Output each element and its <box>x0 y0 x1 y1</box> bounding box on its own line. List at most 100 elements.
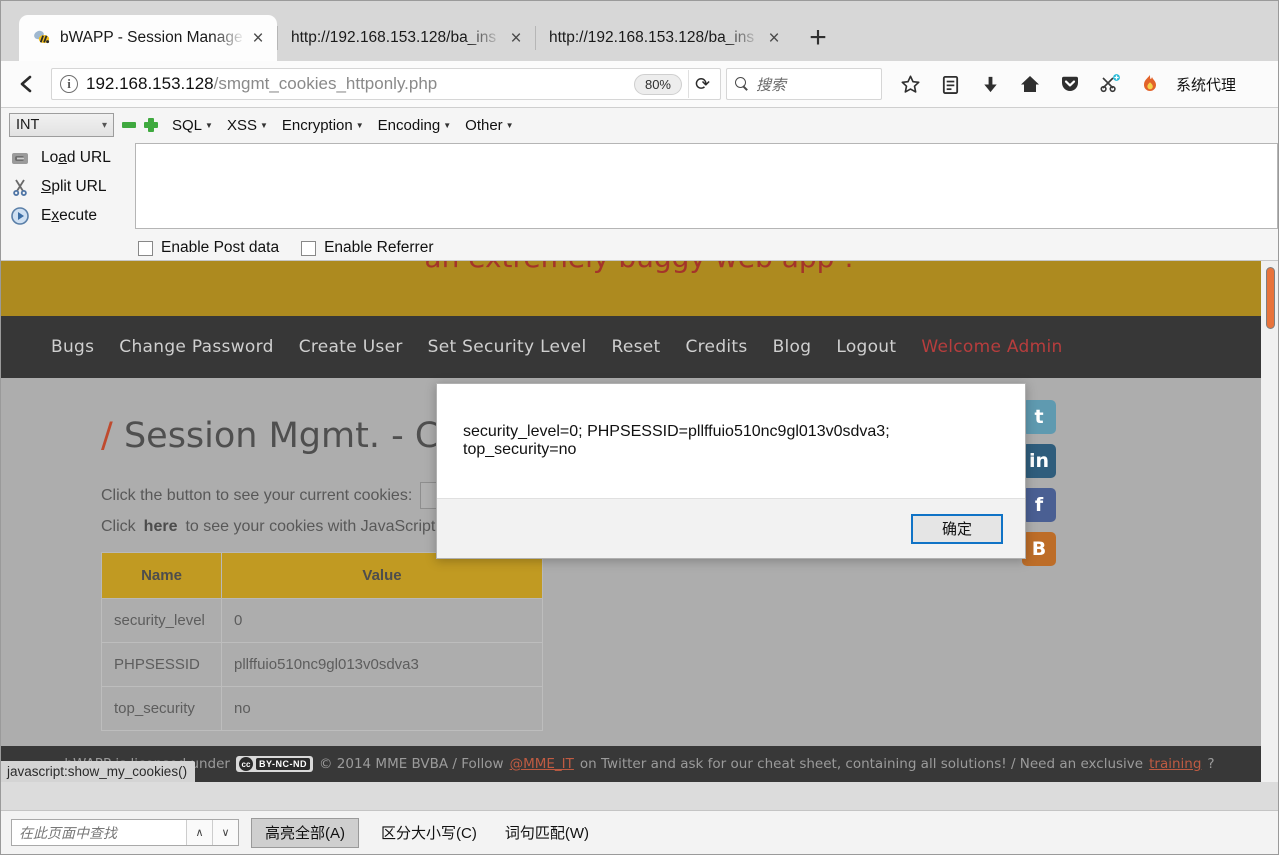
match-case-option[interactable]: 区分大小写(C) <box>375 822 483 843</box>
nav-item-create-user[interactable]: Create User <box>299 337 428 357</box>
load-url-icon <box>9 147 31 169</box>
url-bar[interactable]: i 192.168.153.128/smgmt_cookies_httponly… <box>51 68 721 100</box>
javascript-alert-dialog: security_level=0; PHPSESSID=pllffuio510n… <box>436 383 1026 559</box>
js-line-before: Click <box>101 518 136 535</box>
site-tagline: an extremely buggy web app ! <box>1 261 1278 274</box>
tab-title: http://192.168.153.128/ba_ins <box>291 29 497 46</box>
blogger-icon[interactable]: B <box>1022 532 1056 566</box>
proxy-status-label[interactable]: 系统代理 <box>1170 74 1242 95</box>
whole-words-option[interactable]: 词句匹配(W) <box>499 822 595 843</box>
hackbar-type-value: INT <box>16 117 40 133</box>
download-icon[interactable] <box>970 67 1010 101</box>
split-url-button[interactable]: Split URL <box>1 172 135 201</box>
hackbar-url-textarea[interactable] <box>135 143 1278 229</box>
toolbar-icon-group: 系统代理 <box>890 67 1242 101</box>
scrollbar-thumb[interactable] <box>1266 267 1275 329</box>
minus-icon[interactable] <box>122 118 136 132</box>
browser-tab-3[interactable]: http://192.168.153.128/ba_ins × <box>535 15 793 61</box>
execute-button[interactable]: Execute <box>1 201 135 230</box>
find-next-icon[interactable]: ∨ <box>212 820 238 845</box>
here-link[interactable]: here <box>144 518 178 536</box>
linkedin-icon[interactable]: in <box>1022 444 1056 478</box>
hackbar-menu-label: SQL <box>172 116 203 134</box>
url-text: 192.168.153.128/smgmt_cookies_httponly.p… <box>86 74 634 94</box>
chevron-down-icon: ▼ <box>443 120 452 130</box>
hackbar-type-select[interactable]: INT ▾ <box>9 113 114 137</box>
page-scrollbar[interactable] <box>1261 261 1278 782</box>
welcome-label: Welcome Admin <box>921 337 1063 357</box>
footer-twitter-link[interactable]: @MME_IT <box>510 756 574 772</box>
split-url-label: Split URL <box>41 177 107 195</box>
home-icon[interactable] <box>1010 67 1050 101</box>
facebook-icon[interactable]: f <box>1022 488 1056 522</box>
new-tab-button[interactable]: + <box>797 17 839 59</box>
find-previous-icon[interactable]: ∧ <box>186 820 212 845</box>
enable-referrer-label: Enable Referrer <box>324 239 434 256</box>
chevron-down-icon: ▼ <box>505 120 514 130</box>
cell-name: PHPSESSID <box>101 642 222 687</box>
cc-terms-label: BY-NC-ND <box>255 758 310 770</box>
highlight-all-button[interactable]: 高亮全部(A) <box>251 817 359 848</box>
library-icon[interactable] <box>930 67 970 101</box>
star-icon[interactable] <box>890 67 930 101</box>
pocket-icon[interactable] <box>1050 67 1090 101</box>
back-icon[interactable] <box>9 66 45 102</box>
plus-icon[interactable] <box>144 118 158 132</box>
zoom-level-badge[interactable]: 80% <box>633 73 682 95</box>
nav-item-change-password[interactable]: Change Password <box>119 337 298 357</box>
reload-icon[interactable]: ⟳ <box>688 70 716 98</box>
hackbar-options: Enable Post data Enable Referrer <box>1 230 1278 257</box>
nav-item-set-security-level[interactable]: Set Security Level <box>428 337 612 357</box>
browser-tab-1[interactable]: bWAPP - Session Manage × <box>19 15 277 61</box>
cookies-table: Name Value security_level 0 PHPSESSID pl… <box>101 552 543 731</box>
execute-icon <box>9 205 31 227</box>
enable-post-data-checkbox[interactable]: Enable Post data <box>138 239 279 257</box>
enable-referrer-checkbox[interactable]: Enable Referrer <box>301 239 433 257</box>
nav-item-bugs[interactable]: Bugs <box>51 337 119 357</box>
close-icon[interactable]: × <box>761 25 787 51</box>
hackbar-icon[interactable] <box>1090 67 1130 101</box>
checkbox-box[interactable] <box>301 240 317 256</box>
chevron-down-icon: ▼ <box>205 120 213 130</box>
hackbar-menu-encoding[interactable]: Encoding ▼ <box>378 117 451 134</box>
column-header-name: Name <box>101 552 222 599</box>
hackbar-menu-xss[interactable]: XSS ▼ <box>227 117 268 134</box>
tab-title: bWAPP - Session Manage <box>60 29 243 46</box>
js-line-after: to see your cookies with JavaScript. <box>185 518 440 535</box>
hackbar-body: Load URL Split URL Execute <box>1 139 1278 230</box>
table-row: security_level 0 <box>101 598 543 643</box>
footer-copyright-text: © 2014 MME BVBA / Follow <box>318 756 504 772</box>
close-icon[interactable]: × <box>503 25 529 51</box>
browser-tab-2[interactable]: http://192.168.153.128/ba_ins × <box>277 15 535 61</box>
dialog-ok-button[interactable]: 确定 <box>911 513 1003 544</box>
dialog-body: security_level=0; PHPSESSID=pllffuio510n… <box>437 384 1025 498</box>
dialog-message: security_level=0; PHPSESSID=pllffuio510n… <box>463 423 890 458</box>
cell-value: pllffuio510nc9gl013v0sdva3 <box>221 642 543 687</box>
find-input-wrapper[interactable]: 在此页面中查找 ∧ ∨ <box>11 819 239 846</box>
nav-item-logout[interactable]: Logout <box>836 337 921 357</box>
hackbar-menu-other[interactable]: Other ▼ <box>465 117 513 134</box>
nav-item-blog[interactable]: Blog <box>773 337 837 357</box>
dialog-footer: 确定 <box>437 498 1025 558</box>
load-url-button[interactable]: Load URL <box>1 143 135 172</box>
chevron-down-icon: ▼ <box>259 120 268 130</box>
table-row: top_security no <box>101 686 543 731</box>
search-bar[interactable]: 搜索 <box>726 68 882 100</box>
hackbar-menu-sql[interactable]: SQL ▼ <box>172 117 213 134</box>
flame-icon[interactable] <box>1130 67 1170 101</box>
close-icon[interactable]: × <box>245 25 271 51</box>
search-input[interactable]: 搜索 <box>756 74 786 95</box>
social-links: t in f B <box>1022 400 1056 566</box>
hackbar-panel: INT ▾ SQL ▼ XSS ▼ Encryption ▼ Encoding … <box>1 108 1278 261</box>
footer-training-link[interactable]: training <box>1149 756 1201 772</box>
twitter-icon[interactable]: t <box>1022 400 1056 434</box>
footer-cheatsheet-text: on Twitter and ask for our cheat sheet, … <box>579 756 1144 772</box>
checkbox-box[interactable] <box>138 240 153 256</box>
nav-item-reset[interactable]: Reset <box>611 337 685 357</box>
info-icon[interactable]: i <box>60 75 78 93</box>
chevron-down-icon: ▼ <box>355 120 364 130</box>
find-input[interactable]: 在此页面中查找 <box>12 823 186 843</box>
nav-item-credits[interactable]: Credits <box>685 337 772 357</box>
enable-post-data-label: Enable Post data <box>161 239 280 256</box>
hackbar-menu-encryption[interactable]: Encryption ▼ <box>282 117 364 134</box>
